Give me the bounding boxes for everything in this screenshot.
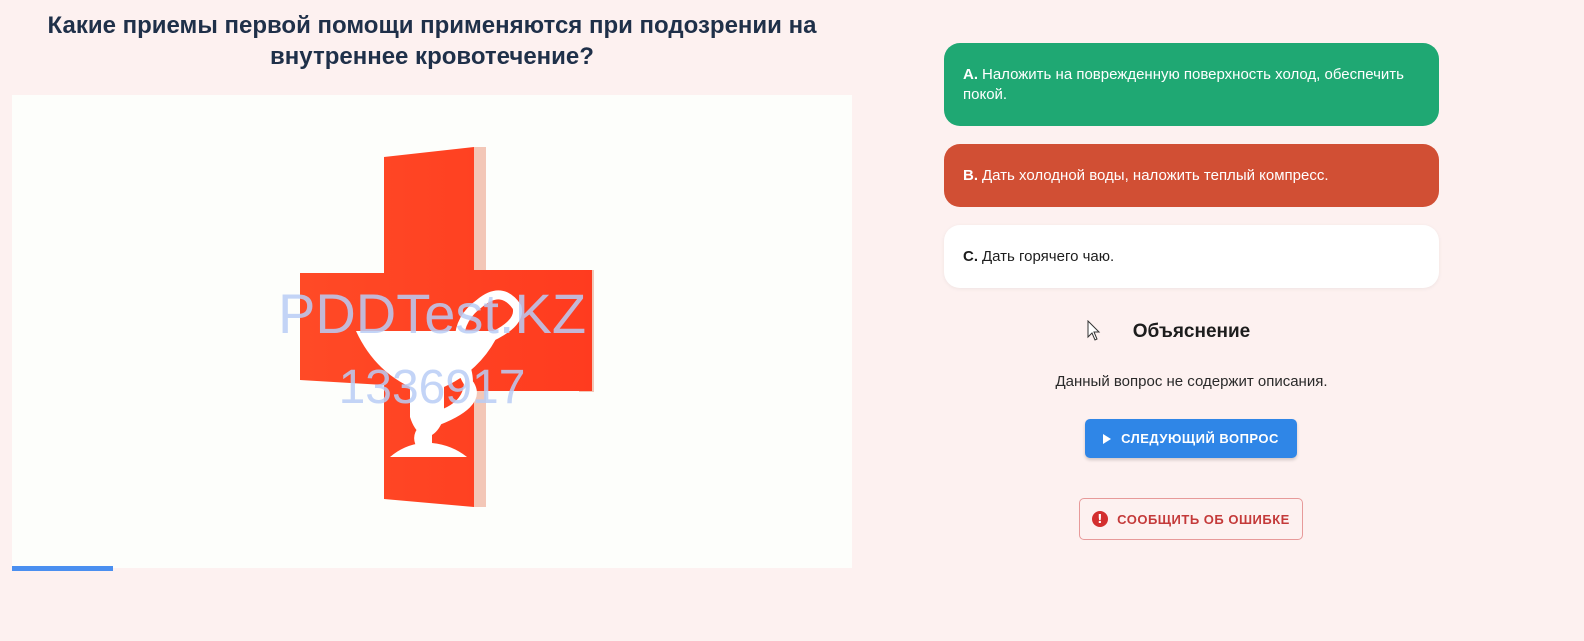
report-error-label: СООБЩИТЬ ОБ ОШИБКЕ — [1117, 511, 1290, 527]
watermark-site: PDDTest.KZ — [278, 282, 586, 345]
answer-letter: C. — [963, 247, 978, 265]
question-image: PDDTest.KZ 1336917 — [12, 95, 852, 568]
next-question-button[interactable]: СЛЕДУЮЩИЙ ВОПРОС — [1085, 419, 1297, 458]
answer-list: A. Наложить на поврежденную поверхность х… — [944, 43, 1439, 306]
answer-text: Дать горячего чаю. — [982, 247, 1115, 265]
answer-option-c[interactable]: C. Дать горячего чаю. — [944, 225, 1439, 288]
video-progress[interactable] — [12, 566, 852, 571]
quiz-page: Какие приемы первой помощи применяются п… — [0, 0, 1584, 641]
progress-fill — [12, 566, 113, 571]
medical-cross-image: PDDTest.KZ 1336917 — [278, 147, 594, 507]
answer-letter: B. — [963, 166, 978, 184]
watermark-id: 1336917 — [339, 361, 526, 414]
answer-text: Дать холодной воды, наложить теплый комп… — [982, 166, 1329, 184]
answer-option-a[interactable]: A. Наложить на поврежденную поверхность х… — [944, 43, 1439, 126]
question-title: Какие приемы первой помощи применяются п… — [47, 12, 817, 70]
next-question-label: СЛЕДУЮЩИЙ ВОПРОС — [1121, 431, 1279, 446]
answer-letter: A. — [963, 65, 978, 83]
alert-circle-icon: ! — [1092, 511, 1109, 527]
play-icon — [1103, 433, 1112, 444]
answer-text: Наложить на поврежденную поверхность хол… — [963, 65, 1404, 103]
report-error-button[interactable]: ! СООБЩИТЬ ОБ ОШИБКЕ — [1079, 498, 1303, 540]
answer-option-b[interactable]: B. Дать холодной воды, наложить теплый ко… — [944, 144, 1439, 207]
explanation-text: Данный вопрос не содержит описания. — [1055, 373, 1328, 390]
explanation-title: Объяснение — [1132, 321, 1251, 342]
